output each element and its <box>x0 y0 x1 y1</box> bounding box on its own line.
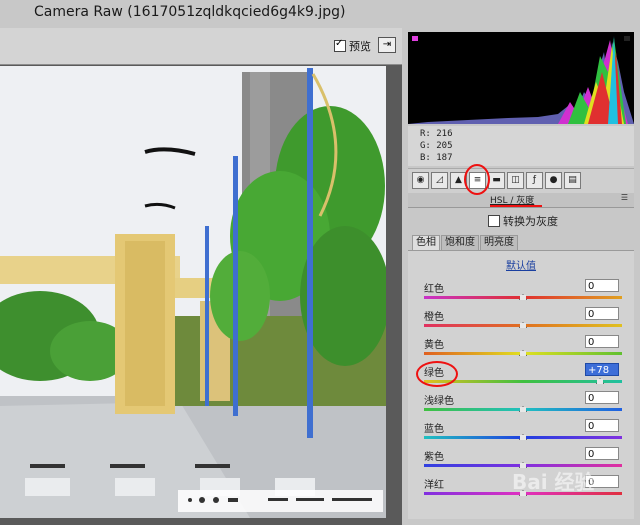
tab-luminance[interactable]: 明亮度 <box>480 235 518 251</box>
lens-icon[interactable]: ◫ <box>507 172 524 189</box>
fx-icon[interactable]: ƒ <box>526 172 543 189</box>
fullscreen-button[interactable]: ⇥ <box>378 37 396 53</box>
basic-icon[interactable]: ◉ <box>412 172 429 189</box>
slider-value-input[interactable]: +78 <box>585 363 619 376</box>
slider-value-input[interactable]: 0 <box>585 447 619 460</box>
rgb-readout: R: 216 G: 205 B: 187 <box>408 126 634 166</box>
panel-menu-icon[interactable]: ☰ <box>621 193 628 202</box>
slider-thumb[interactable] <box>519 350 527 356</box>
panel-tabs: ◉ ◿ ▲ ≡ ▬ ◫ ƒ ● ▤ <box>408 168 634 194</box>
convert-gray-toggle[interactable]: 转换为灰度 <box>488 213 558 229</box>
readout-b: B: 187 <box>420 153 453 163</box>
defaults-link[interactable]: 默认值 <box>506 257 536 272</box>
slider-label: 浅绿色 <box>424 396 454 407</box>
slider-label: 洋红 <box>424 480 444 491</box>
slider-value-input[interactable]: 0 <box>585 391 619 404</box>
tab-hue[interactable]: 色相 <box>412 235 440 251</box>
tone-curve-icon[interactable]: ◿ <box>431 172 448 189</box>
slider-thumb[interactable] <box>596 378 605 384</box>
slider-label: 黄色 <box>424 340 444 351</box>
slider-label: 橙色 <box>424 312 444 323</box>
annotation-circle-hsl <box>464 164 490 195</box>
convert-gray-checkbox[interactable] <box>488 215 500 227</box>
camera-calibration-icon[interactable]: ● <box>545 172 562 189</box>
histogram <box>408 32 634 124</box>
readout-g: G: 205 <box>420 141 453 151</box>
convert-gray-label: 转换为灰度 <box>503 215 558 228</box>
slider-value-input[interactable]: 0 <box>585 307 619 320</box>
hsl-subtabs: 色相 饱和度 明亮度 <box>412 235 519 251</box>
readout-r: R: 216 <box>420 129 453 139</box>
tab-saturation[interactable]: 饱和度 <box>441 235 479 251</box>
slider-thumb[interactable] <box>519 406 527 412</box>
preview-toggle[interactable]: 预览 <box>334 38 371 54</box>
slider-value-input[interactable]: 0 <box>585 419 619 432</box>
annotation-circle-green <box>416 361 458 387</box>
slider-thumb[interactable] <box>519 294 527 300</box>
annotation-underline <box>490 205 542 207</box>
slider-value-input[interactable]: 0 <box>585 335 619 348</box>
watermark: Bai 经验 <box>512 470 595 494</box>
slider-value-input[interactable]: 0 <box>585 279 619 292</box>
image-preview[interactable] <box>0 66 386 518</box>
slider-label: 蓝色 <box>424 424 444 435</box>
slider-label: 红色 <box>424 284 444 295</box>
preview-checkbox[interactable] <box>334 38 346 52</box>
slider-thumb[interactable] <box>519 322 527 328</box>
title-bar: Camera Raw (1617051zqldkqcied6g4k9.jpg) <box>0 0 640 29</box>
presets-icon[interactable]: ▤ <box>564 172 581 189</box>
preview-label: 预览 <box>349 40 371 53</box>
window-title: Camera Raw (1617051zqldkqcied6g4k9.jpg) <box>34 4 346 20</box>
slider-thumb[interactable] <box>519 434 527 440</box>
split-toning-icon[interactable]: ▬ <box>488 172 505 189</box>
slider-label: 紫色 <box>424 452 444 463</box>
